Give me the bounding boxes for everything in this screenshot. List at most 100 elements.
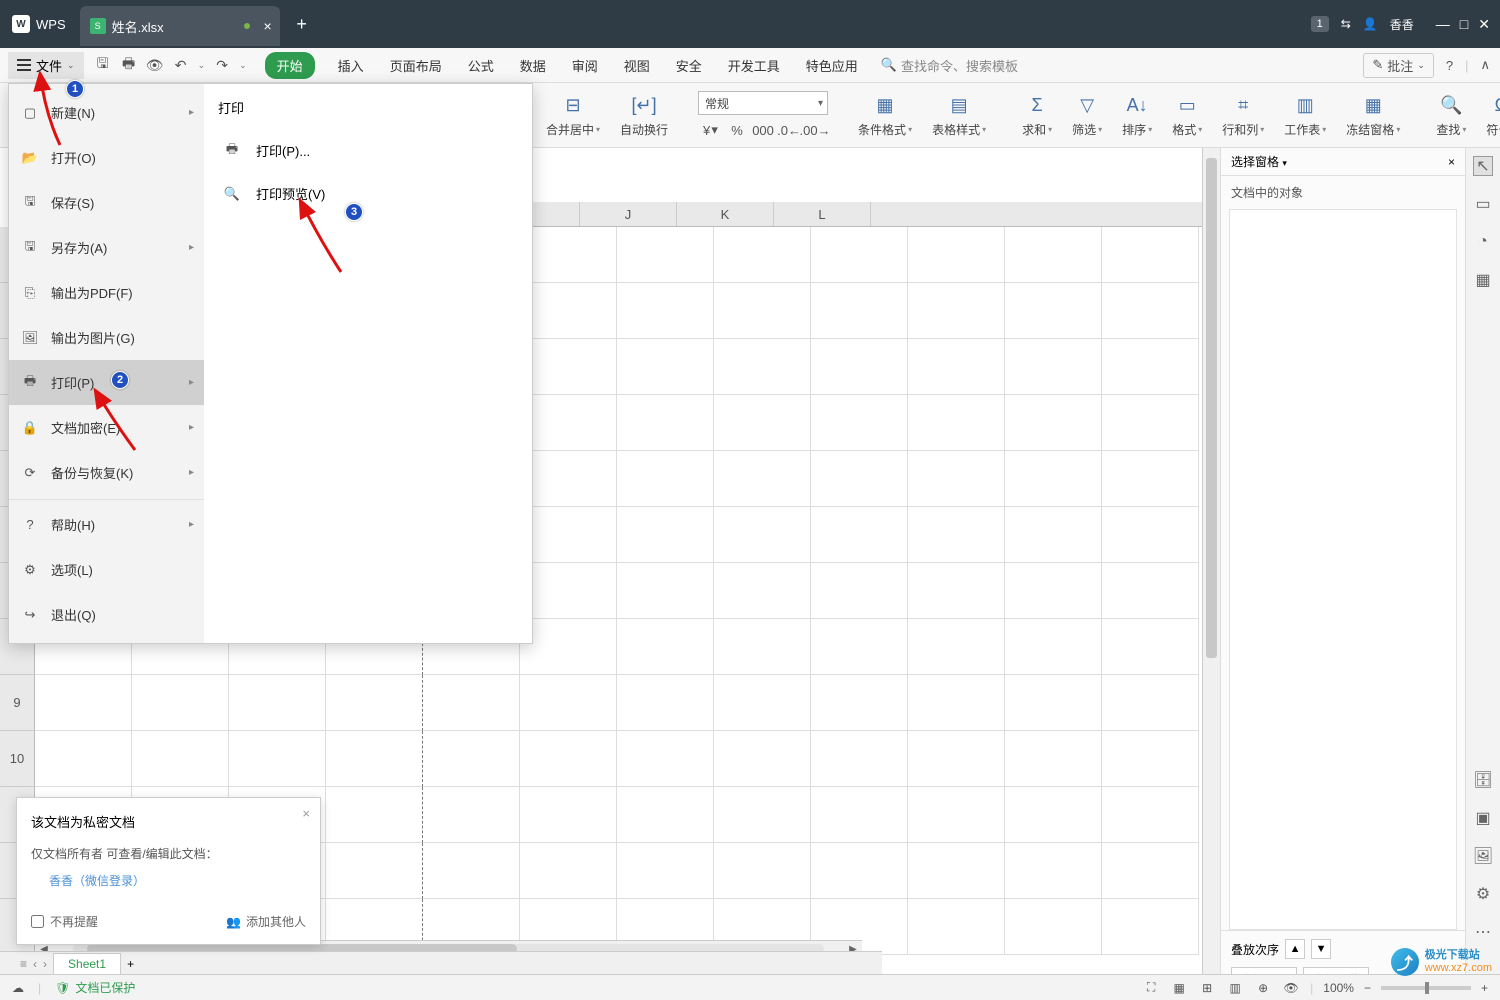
view-normal-icon[interactable]: ▦ [1170, 979, 1188, 997]
cell[interactable] [617, 731, 714, 787]
cell[interactable] [1102, 619, 1199, 675]
rail-more-icon[interactable]: ⋯ [1473, 922, 1493, 942]
tab-start[interactable]: 开始 [265, 52, 315, 79]
cell[interactable] [908, 731, 1005, 787]
format-button[interactable]: ▭ 格式▾ [1166, 83, 1208, 147]
menu-save[interactable]: 🖫 保存(S) [9, 180, 204, 225]
rail-select-icon[interactable]: ↖ [1473, 156, 1493, 176]
cell[interactable] [714, 507, 811, 563]
tab-data[interactable]: 数据 [517, 51, 549, 80]
col-header-k[interactable]: K [677, 202, 774, 226]
cell[interactable] [1102, 843, 1199, 899]
cell[interactable] [811, 619, 908, 675]
cell[interactable] [520, 339, 617, 395]
notification-badge[interactable]: 1 [1311, 16, 1329, 32]
zoom-in-button[interactable]: + [1481, 981, 1488, 995]
minimize-button[interactable]: — [1436, 16, 1450, 33]
vertical-scrollbar[interactable] [1202, 148, 1220, 1000]
conditional-format-button[interactable]: ▦ 条件格式▾ [852, 83, 918, 147]
menu-exit[interactable]: ↪ 退出(Q) [9, 592, 204, 637]
cell[interactable] [326, 787, 423, 843]
maximize-button[interactable]: □ [1460, 16, 1468, 33]
status-cloud-icon[interactable]: ☁ [12, 981, 24, 995]
cell[interactable] [520, 843, 617, 899]
cell[interactable] [811, 731, 908, 787]
filter-button[interactable]: ▽ 筛选▾ [1066, 83, 1108, 147]
cell[interactable] [423, 787, 520, 843]
cell[interactable] [326, 843, 423, 899]
rp-close-button[interactable]: × [1448, 155, 1455, 169]
cell[interactable] [1005, 451, 1102, 507]
cell[interactable] [714, 451, 811, 507]
menu-options[interactable]: ⚙ 选项(L) [9, 547, 204, 592]
cell[interactable] [908, 283, 1005, 339]
rail-backup-icon[interactable]: 🗄 [1473, 770, 1493, 790]
order-up-button[interactable]: ▲ [1285, 939, 1305, 959]
undo-dropdown[interactable]: ⌄ [198, 60, 206, 71]
cell[interactable] [811, 339, 908, 395]
cell[interactable] [908, 339, 1005, 395]
cell[interactable] [617, 451, 714, 507]
username[interactable]: 香香 [1390, 16, 1414, 33]
cell[interactable] [1102, 507, 1199, 563]
popup-close-button[interactable]: × [302, 806, 310, 821]
cell[interactable] [908, 619, 1005, 675]
cell[interactable] [811, 283, 908, 339]
rail-effects-icon[interactable]: ◔ [1473, 232, 1493, 252]
cell[interactable] [1005, 227, 1102, 283]
no-remind-input[interactable] [31, 915, 44, 928]
col-header-l[interactable]: L [774, 202, 871, 226]
cell[interactable] [811, 507, 908, 563]
decrease-decimal-icon[interactable]: .00→ [806, 121, 824, 139]
help-button[interactable]: ? [1446, 58, 1453, 73]
wps-logo[interactable]: W WPS [0, 0, 78, 48]
cell[interactable] [1102, 563, 1199, 619]
vscroll-thumb[interactable] [1206, 158, 1217, 658]
annotate-button[interactable]: ✎ 批注 ⌄ [1363, 53, 1433, 78]
freeze-panes-button[interactable]: ▦ 冻结窗格▾ [1340, 83, 1406, 147]
cell[interactable] [617, 619, 714, 675]
eye-icon[interactable]: 👁 [1282, 979, 1300, 997]
menu-encrypt[interactable]: 🔒 文档加密(E) ▸ [9, 405, 204, 450]
zoom-value[interactable]: 100% [1323, 981, 1354, 995]
cell[interactable] [714, 787, 811, 843]
comma-icon[interactable]: 000 [754, 121, 772, 139]
cell[interactable] [132, 731, 229, 787]
cell[interactable] [908, 451, 1005, 507]
zoom-out-button[interactable]: − [1364, 981, 1371, 995]
save-icon[interactable]: 🖫 [94, 56, 112, 74]
cell[interactable] [811, 563, 908, 619]
tab-insert[interactable]: 插入 [335, 51, 367, 80]
cell[interactable] [132, 675, 229, 731]
qat-customize[interactable]: ⌄ [239, 60, 247, 71]
cell[interactable] [617, 675, 714, 731]
cell[interactable] [811, 787, 908, 843]
cell[interactable] [1005, 619, 1102, 675]
tab-page-layout[interactable]: 页面布局 [387, 51, 445, 80]
cell[interactable] [1102, 451, 1199, 507]
cell[interactable] [908, 787, 1005, 843]
rail-style-icon[interactable]: ▭ [1473, 194, 1493, 214]
cell[interactable] [1102, 899, 1199, 955]
cell[interactable] [1102, 787, 1199, 843]
cell[interactable] [1005, 395, 1102, 451]
cell[interactable] [520, 227, 617, 283]
find-button[interactable]: 🔍 查找▾ [1430, 83, 1472, 147]
view-layout-icon[interactable]: ▥ [1226, 979, 1244, 997]
sheet-prev[interactable]: ‹ [33, 957, 37, 971]
cell[interactable] [617, 283, 714, 339]
number-format-select[interactable]: 常规 [698, 91, 828, 115]
sheet-next[interactable]: › [43, 957, 47, 971]
new-tab-button[interactable]: + [282, 4, 322, 44]
cell[interactable] [35, 731, 132, 787]
collab-icon[interactable]: ⇆ [1341, 17, 1351, 31]
menu-backup[interactable]: ⟳ 备份与恢复(K) ▸ [9, 450, 204, 495]
cell[interactable] [520, 731, 617, 787]
cell[interactable] [908, 843, 1005, 899]
cell[interactable] [714, 395, 811, 451]
cell[interactable] [908, 395, 1005, 451]
cell[interactable] [1102, 227, 1199, 283]
sort-button[interactable]: A↓ 排序▾ [1116, 83, 1158, 147]
cell[interactable] [1005, 787, 1102, 843]
menu-new[interactable]: ▢ 新建(N) ▸ [9, 90, 204, 135]
